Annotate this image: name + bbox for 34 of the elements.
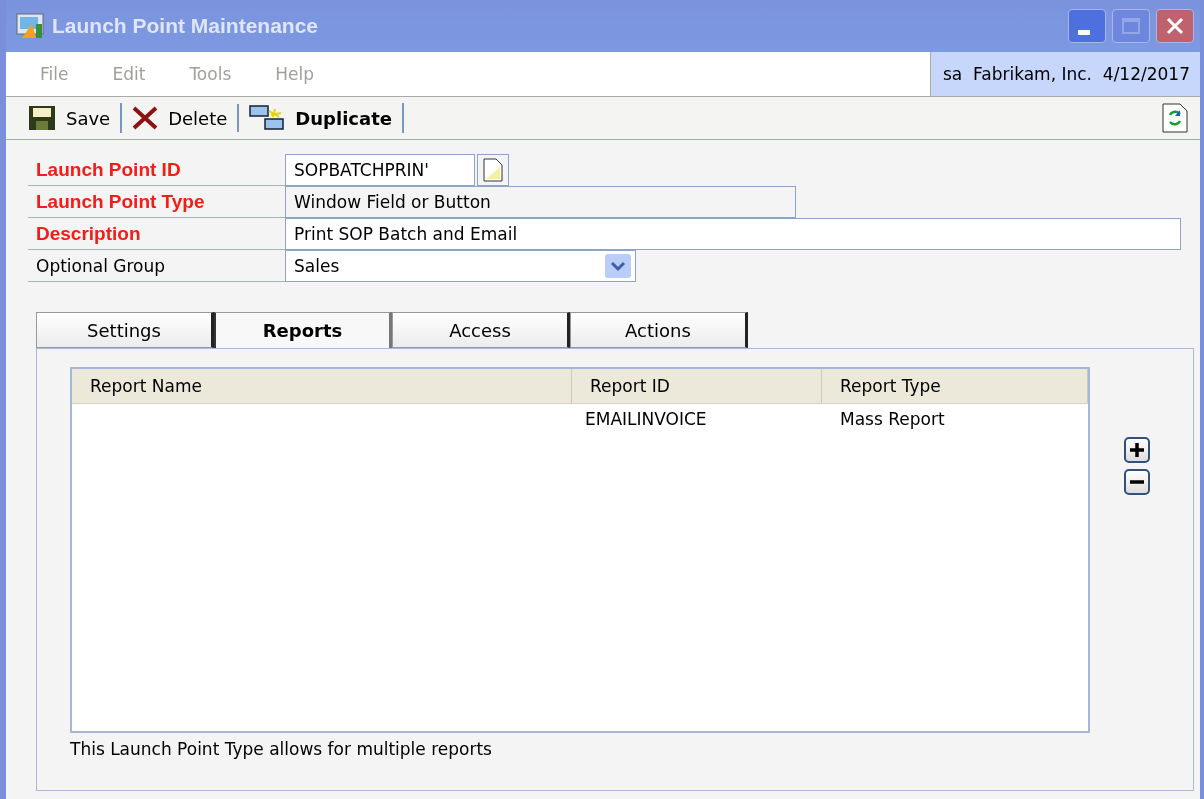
refresh-icon[interactable]: [1162, 103, 1188, 133]
chevron-down-icon[interactable]: [605, 254, 631, 278]
x-icon: [132, 106, 159, 130]
add-button[interactable]: [1124, 437, 1150, 463]
table-cell-text: EMAILINVOICE: [584, 408, 708, 431]
info-note: This Launch Point Type allows for multiple reports: [70, 739, 493, 759]
maximize-icon: [1121, 17, 1141, 35]
tab[interactable]: Access: [392, 312, 570, 348]
column-header[interactable]: Report Name: [72, 369, 572, 403]
type-field: Window Field or Button: [285, 186, 796, 218]
id-field[interactable]: SOPBATCHPRIN': [285, 154, 475, 186]
window-title: Launch Point Maintenance: [52, 14, 320, 38]
text-field[interactable]: Print SOP Batch and Email: [285, 218, 1181, 250]
close-icon: [1165, 16, 1185, 36]
note-button[interactable]: [477, 154, 509, 186]
table-cell-text: Mass Report: [839, 408, 946, 431]
column-header[interactable]: Report ID: [572, 369, 822, 403]
duplicate-button[interactable]: Duplicate: [239, 103, 404, 133]
delete-button[interactable]: Delete: [122, 104, 240, 132]
remove-button[interactable]: [1124, 469, 1150, 495]
note-icon: [483, 158, 503, 182]
minimize-button[interactable]: [1068, 9, 1106, 43]
duplicate-icon: [249, 105, 286, 131]
plus-icon: [1129, 442, 1145, 458]
tab[interactable]: Actions: [570, 312, 748, 348]
tab[interactable]: Settings: [36, 312, 214, 348]
app-icon: [16, 12, 46, 40]
tab[interactable]: Reports: [214, 312, 392, 348]
column-header[interactable]: Report Type: [822, 369, 1088, 403]
save-button[interactable]: Save: [18, 103, 123, 133]
user-info: sa Fabrikam, Inc. 4/12/2017: [929, 52, 1200, 96]
close-button[interactable]: [1156, 9, 1194, 43]
minimize-icon: [1078, 29, 1090, 35]
dropdown-field[interactable]: Sales: [285, 250, 636, 282]
